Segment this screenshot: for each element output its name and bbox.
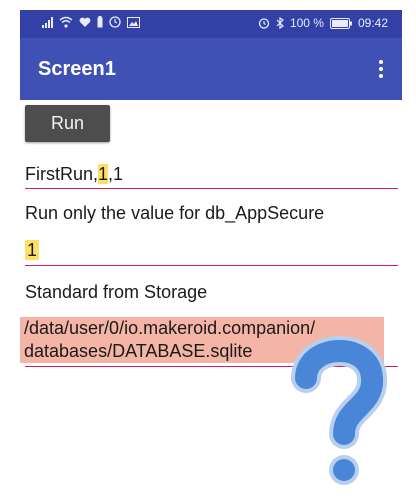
status-time: 09:42 (357, 16, 388, 30)
app-title: Screen1 (38, 58, 116, 80)
status-right-icons: 100 % 09:42 (258, 16, 388, 30)
bluetooth-icon (276, 17, 284, 29)
appsecure-field[interactable]: 1 (25, 238, 398, 266)
run-button[interactable]: Run (25, 105, 110, 142)
first-run-field[interactable]: FirstRun,1,1 (25, 162, 398, 189)
question-mark-icon (291, 336, 387, 485)
signal-icon (42, 16, 53, 28)
phone-screen: 100 % 09:42 Screen1 Run FirstRun,1,1 Run… (20, 10, 402, 500)
battery-small-icon (97, 16, 103, 28)
gallery-icon (127, 16, 140, 28)
clock-icon (109, 16, 121, 28)
status-left-icons (42, 16, 140, 28)
overflow-menu-icon[interactable] (378, 60, 384, 78)
storage-label: Standard from Storage (25, 282, 208, 302)
battery-icon (329, 17, 352, 29)
first-run-suffix: ,1 (108, 164, 124, 184)
first-run-highlight: 1 (98, 164, 109, 184)
first-run-prefix: FirstRun, (25, 164, 99, 184)
alarm-icon (258, 18, 270, 29)
appsecure-label: Run only the value for db_AppSecure (25, 203, 325, 223)
app-bar: Screen1 (20, 38, 402, 100)
heart-icon (79, 17, 91, 27)
appsecure-value: 1 (25, 240, 40, 260)
wifi-icon (59, 16, 73, 28)
battery-percent: 100 % (289, 16, 324, 30)
status-bar: 100 % 09:42 (20, 10, 402, 38)
